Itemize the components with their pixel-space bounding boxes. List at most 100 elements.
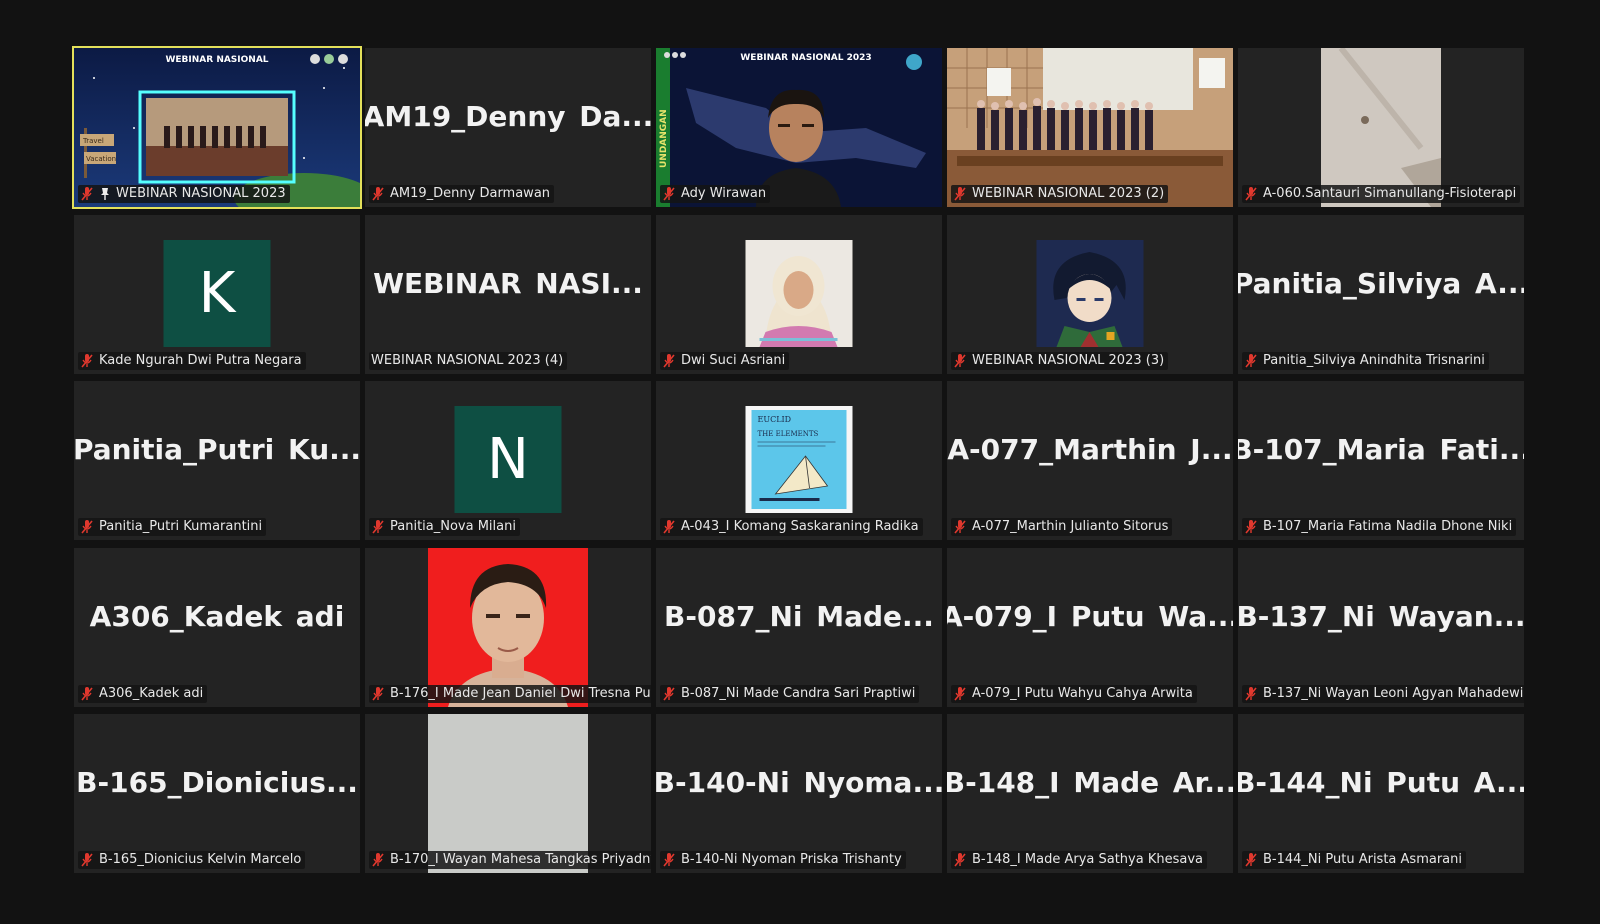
participant-name: A-079_I Putu Wahyu Cahya Arwita xyxy=(972,685,1193,701)
participant-display-name: Panitia_Silviya A... xyxy=(1238,266,1524,300)
participant-display-name: AM19_Denny Da... xyxy=(365,100,651,133)
participant-name: B-144_Ni Putu Arista Asmarani xyxy=(1263,852,1462,867)
participant-name-label: WEBINAR NASIONAL 2023 xyxy=(78,185,290,203)
participant-tile[interactable]: B-087_Ni Made... B-087_Ni Made Candra Sa… xyxy=(656,547,942,707)
banner-title: WEBINAR NASIONAL xyxy=(165,55,268,65)
participant-display-name: B-165_Dionicius... xyxy=(76,766,358,799)
participant-name: WEBINAR NASIONAL 2023 (2) xyxy=(972,186,1165,201)
participant-tile[interactable]: B-107_Maria Fati... B-107_Maria Fatima N… xyxy=(1238,381,1524,540)
participant-tile[interactable]: A-079_I Putu Wa... A-079_I Putu Wahyu Ca… xyxy=(947,547,1233,707)
participant-tile[interactable]: A-060.Santauri Simanullang-Fisioterapi xyxy=(1238,48,1524,207)
participant-name: Dwi Suci Asriani xyxy=(681,352,786,368)
participant-tile[interactable]: N Panitia_Nova Milani xyxy=(365,381,651,540)
participant-name: A-043_I Komang Saskaraning Radika xyxy=(681,519,919,534)
participant-name: WEBINAR NASIONAL 2023 (4) xyxy=(371,352,564,368)
mic-muted-icon xyxy=(81,353,93,368)
participant-name: WEBINAR NASIONAL 2023 (3) xyxy=(972,352,1165,368)
mic-muted-icon xyxy=(954,520,966,534)
participant-video xyxy=(947,48,1233,207)
participant-tile[interactable]: Dwi Suci Asriani xyxy=(656,214,942,374)
participant-tile[interactable]: A-077_Marthin J... A-077_Marthin Juliant… xyxy=(947,381,1233,540)
participant-tile[interactable]: K Kade Ngurah Dwi Putra Negara xyxy=(74,214,360,374)
mic-muted-icon xyxy=(954,853,966,867)
mic-muted-icon xyxy=(372,187,384,201)
mic-muted-icon xyxy=(1245,187,1257,201)
participant-tile[interactable]: B-140-Ni Nyoma... B-140-Ni Nyoman Priska… xyxy=(656,714,942,873)
participant-display-name: A306_Kadek adi xyxy=(89,599,345,633)
participant-name-label: WEBINAR NASIONAL 2023 (4) xyxy=(369,351,568,370)
participant-name: Panitia_Putri Kumarantini xyxy=(99,519,263,534)
participant-tile[interactable]: B-144_Ni Putu A... B-144_Ni Putu Arista … xyxy=(1238,714,1524,873)
mic-muted-icon xyxy=(954,686,966,701)
participant-display-name: A-077_Marthin J... xyxy=(947,433,1233,466)
participant-name-label: B-087_Ni Made Candra Sari Praptiwi xyxy=(660,684,920,703)
participant-name-label: B-107_Maria Fatima Nadila Dhone Niki xyxy=(1242,518,1517,536)
participant-tile[interactable]: UNDANGAN WEBINAR NASIONAL 2023 Ady Wiraw… xyxy=(656,48,942,207)
participant-video xyxy=(1321,48,1441,207)
participant-name-label: B-144_Ni Putu Arista Asmarani xyxy=(1242,851,1466,869)
participant-name-label: B-148_I Made Arya Sathya Khesava xyxy=(951,851,1207,869)
participant-name: Panitia_Nova Milani xyxy=(390,519,516,534)
mic-muted-icon xyxy=(1245,520,1257,534)
mic-muted-icon xyxy=(81,686,93,701)
participant-name-label: Panitia_Nova Milani xyxy=(369,518,520,536)
book-title: EUCLID xyxy=(758,415,792,424)
mic-muted-icon xyxy=(663,353,675,368)
participant-tile[interactable]: WEBINAR NASIONAL 2023 (3) xyxy=(947,214,1233,374)
participant-name-label: Panitia_Silviya Anindhita Trisnarini xyxy=(1242,351,1489,370)
participant-tile[interactable]: B-176_I Made Jean Daniel Dwi Tresna Putr… xyxy=(365,547,651,707)
mic-muted-icon xyxy=(954,187,966,201)
vertical-banner-text: UNDANGAN xyxy=(659,109,669,168)
avatar: N xyxy=(454,406,562,513)
mic-muted-icon xyxy=(81,853,93,867)
participant-tile[interactable]: WEBINAR NASI... WEBINAR NASIONAL 2023 (4… xyxy=(365,214,651,374)
participant-display-name: B-140-Ni Nyoma... xyxy=(656,766,942,799)
participant-name: B-107_Maria Fatima Nadila Dhone Niki xyxy=(1263,519,1513,534)
spotlight-pin-icon xyxy=(101,188,109,200)
participant-name-label: A306_Kadek adi xyxy=(78,684,208,703)
profile-photo xyxy=(745,239,853,347)
participant-name-label: B-140-Ni Nyoman Priska Trishanty xyxy=(660,851,906,869)
participant-name-label: Dwi Suci Asriani xyxy=(660,351,790,370)
mic-muted-icon xyxy=(663,187,675,201)
participant-display-name: WEBINAR NASI... xyxy=(373,266,643,300)
mic-muted-icon xyxy=(372,520,384,534)
participant-display-name: Panitia_Putri Ku... xyxy=(74,433,360,466)
profile-photo xyxy=(1036,239,1144,347)
participant-name: B-087_Ni Made Candra Sari Praptiwi xyxy=(681,685,916,701)
participant-name: B-148_I Made Arya Sathya Khesava xyxy=(972,852,1203,867)
participant-tile[interactable]: B-170_I Wayan Mahesa Tangkas Priyadnya xyxy=(365,714,651,873)
participant-name: WEBINAR NASIONAL 2023 xyxy=(116,186,286,201)
book-subtitle: THE ELEMENTS xyxy=(758,430,819,438)
participant-name: A-060.Santauri Simanullang-Fisioterapi xyxy=(1263,186,1517,201)
participant-tile[interactable]: B-148_I Made Ar... B-148_I Made Arya Sat… xyxy=(947,714,1233,873)
participant-video: UNDANGAN WEBINAR NASIONAL 2023 xyxy=(656,48,942,207)
participant-name: Ady Wirawan xyxy=(681,186,767,201)
participant-name: A306_Kadek adi xyxy=(99,685,204,701)
mic-muted-icon xyxy=(954,353,966,368)
participant-tile[interactable]: Panitia_Silviya A... Panitia_Silviya Ani… xyxy=(1238,214,1524,374)
participant-tile[interactable]: B-165_Dionicius... B-165_Dionicius Kelvi… xyxy=(74,714,360,873)
profile-photo xyxy=(428,714,588,873)
participant-display-name: B-137_Ni Wayan... xyxy=(1238,599,1524,633)
mic-muted-icon xyxy=(372,686,384,701)
participant-display-name: B-087_Ni Made... xyxy=(664,599,934,633)
participant-name-label: Kade Ngurah Dwi Putra Negara xyxy=(78,351,306,370)
participant-tile[interactable]: EUCLID THE ELEMENTS A-043_I Komang Saska… xyxy=(656,381,942,540)
mic-muted-icon xyxy=(1245,353,1257,368)
banner-title: WEBINAR NASIONAL 2023 xyxy=(740,53,871,63)
participant-tile[interactable]: AM19_Denny Da... AM19_Denny Darmawan xyxy=(365,48,651,207)
participant-tile[interactable]: Travel Vacation WEBINAR NASIONAL WEBINAR… xyxy=(72,46,362,209)
participant-name: A-077_Marthin Julianto Sitorus xyxy=(972,519,1169,534)
participant-name: Kade Ngurah Dwi Putra Negara xyxy=(99,352,302,368)
participant-tile[interactable]: A306_Kadek adi A306_Kadek adi xyxy=(74,547,360,707)
profile-photo xyxy=(428,547,588,707)
avatar: K xyxy=(163,239,271,347)
participant-name-label: B-170_I Wayan Mahesa Tangkas Priyadnya xyxy=(369,851,651,869)
participant-tile[interactable]: WEBINAR NASIONAL 2023 (2) xyxy=(947,48,1233,207)
participant-tile[interactable]: B-137_Ni Wayan... B-137_Ni Wayan Leoni A… xyxy=(1238,547,1524,707)
participant-name-label: AM19_Denny Darmawan xyxy=(369,185,555,203)
mic-muted-icon xyxy=(663,520,675,534)
participant-tile[interactable]: Panitia_Putri Ku... Panitia_Putri Kumara… xyxy=(74,381,360,540)
participant-name-label: B-176_I Made Jean Daniel Dwi Tresna Putr… xyxy=(369,684,651,703)
